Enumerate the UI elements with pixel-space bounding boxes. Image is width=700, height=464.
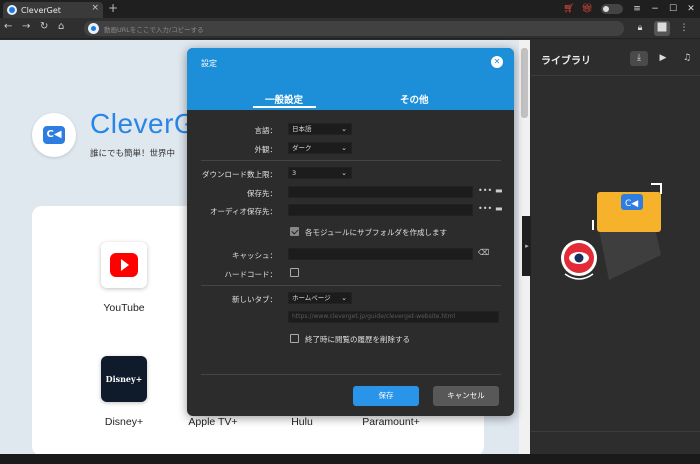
more-icon[interactable]: ••• (478, 204, 492, 213)
subfolder-checkbox[interactable] (290, 227, 299, 236)
site-label: Apple TV+ (188, 416, 238, 428)
more-options-icon[interactable]: ⋮ (676, 21, 692, 36)
tab-title: CleverGet (21, 5, 61, 15)
tab-close-icon[interactable]: × (91, 3, 99, 13)
folder-icon[interactable]: ▬ (495, 186, 503, 195)
lock-icon[interactable]: 🔒︎ (632, 21, 648, 36)
settings-dialog: 設定 ✕ 一般設定 その他 言語： 日本語 ⌄ 外観： ダーク ⌄ ダウンロード… (187, 48, 514, 416)
chevron-down-icon: ⌄ (341, 169, 347, 177)
clear-history-label: 終了時に閲覧の履歴を削除する (305, 335, 410, 344)
browser-tab[interactable]: CleverGet × (3, 2, 103, 18)
title-bar: CleverGet × + 🛒︎ 🎁︎ ≡ − ☐ ✕ (0, 0, 700, 18)
appearance-value: ダーク (292, 144, 312, 152)
new-tab-label: 新しいタブ： (232, 295, 277, 304)
divider (201, 160, 501, 161)
hardcode-label: ハードコード： (224, 270, 278, 279)
subfolder-label: 各モジュールにサブフォルダを作成します (305, 228, 447, 237)
save-to-label: 保存先： (247, 189, 277, 198)
divider (201, 285, 501, 286)
scrollbar-thumb[interactable] (521, 48, 528, 118)
clear-cache-icon[interactable]: ⌫ (478, 248, 489, 257)
cleverget-hero-logo-icon: C◀ (32, 113, 76, 157)
menu-icon[interactable]: ≡ (628, 4, 646, 14)
settings-header: 設定 ✕ 一般設定 その他 (187, 48, 514, 110)
chevron-down-icon: ⌄ (341, 294, 347, 302)
minimize-icon[interactable]: − (646, 4, 664, 14)
save-to-field[interactable] (288, 186, 473, 198)
language-value: 日本語 (292, 125, 312, 133)
site-logo-icon (88, 23, 99, 34)
video-icon[interactable]: ▶ (654, 51, 672, 66)
refresh-icon[interactable]: ↻ (40, 21, 48, 32)
chevron-down-icon: ⌄ (341, 144, 347, 152)
tab-general[interactable]: 一般設定 (265, 92, 303, 106)
library-title: ライブラリ (541, 56, 591, 67)
address-bar: ← → ↻ ⌂ 動画URLをここで入力/コピーする 🔒︎ ⬛︎ ⋮ (0, 18, 700, 39)
new-tab-value: ホームページ (292, 294, 331, 302)
chevron-down-icon: ⌄ (341, 125, 347, 133)
audio-save-to-field[interactable] (288, 204, 473, 216)
settings-title: 設定 (201, 59, 217, 68)
save-button[interactable]: 保存 (353, 386, 419, 406)
forward-icon[interactable]: → (22, 21, 30, 32)
cancel-button[interactable]: キャンセル (433, 386, 499, 406)
cart-icon[interactable]: 🛒︎ (560, 4, 578, 14)
theme-toggle-icon[interactable] (601, 4, 623, 14)
tab-other[interactable]: その他 (400, 92, 429, 106)
close-icon[interactable]: ✕ (682, 4, 700, 14)
library-panel: ライブラリ ⤓ ▶ ♫ C◀ (531, 40, 700, 454)
status-bar (0, 454, 700, 464)
svg-text:C◀: C◀ (625, 199, 638, 209)
site-label: YouTube (103, 302, 145, 314)
site-label: Paramount+ (362, 416, 420, 428)
hardcode-checkbox[interactable] (290, 268, 299, 277)
extension-icon[interactable]: ⬛︎ (654, 21, 670, 36)
homepage-url-field[interactable]: https://www.cleverget.jp/guide/cleverget… (288, 311, 499, 323)
url-placeholder: 動画URLをここで入力/コピーする (104, 25, 204, 34)
back-icon[interactable]: ← (4, 21, 12, 32)
divider (201, 374, 501, 375)
site-youtube[interactable]: YouTube (89, 242, 159, 314)
home-icon[interactable]: ⌂ (58, 21, 64, 32)
library-header: ライブラリ ⤓ ▶ ♫ (531, 40, 700, 76)
new-tab-button[interactable]: + (108, 1, 118, 15)
appearance-label: 外観： (254, 145, 278, 154)
new-tab-select[interactable]: ホームページ ⌄ (288, 292, 352, 304)
library-footer-divider (531, 431, 700, 432)
download-icon[interactable]: ⤓ (630, 51, 648, 66)
hero-subtitle: 誰にでも簡単！世界中 (90, 149, 176, 159)
disney-plus-icon: Disney+ (101, 356, 147, 402)
download-limit-select[interactable]: 3 ⌄ (288, 167, 352, 179)
site-disney[interactable]: Disney+ Disney+ (89, 356, 159, 428)
url-input[interactable]: 動画URLをここで入力/コピーする (84, 21, 624, 36)
active-tab-indicator (253, 106, 316, 108)
close-dialog-icon[interactable]: ✕ (491, 56, 503, 68)
audio-save-to-label: オーディオ保存先： (210, 207, 277, 216)
more-icon[interactable]: ••• (478, 186, 492, 195)
hero-title: CleverG (90, 108, 197, 139)
youtube-icon (101, 242, 147, 288)
site-label: Disney+ (104, 416, 144, 428)
download-limit-value: 3 (292, 169, 297, 177)
library-empty-illustration-icon: C◀ (561, 183, 662, 280)
folder-icon[interactable]: ▬ (495, 204, 503, 213)
site-label: Hulu (291, 416, 313, 428)
cleverget-logo-icon (7, 5, 17, 15)
cache-field[interactable] (288, 248, 473, 260)
language-select[interactable]: 日本語 ⌄ (288, 123, 352, 135)
language-label: 言語： (254, 126, 278, 135)
gift-icon[interactable]: 🎁︎ (578, 4, 596, 14)
appearance-select[interactable]: ダーク ⌄ (288, 142, 352, 154)
download-limit-label: ダウンロード数上限： (202, 170, 277, 179)
cache-label: キャッシュ： (232, 251, 277, 260)
maximize-icon[interactable]: ☐ (664, 4, 682, 14)
audio-icon[interactable]: ♫ (678, 51, 696, 66)
clear-history-checkbox[interactable] (290, 334, 299, 343)
